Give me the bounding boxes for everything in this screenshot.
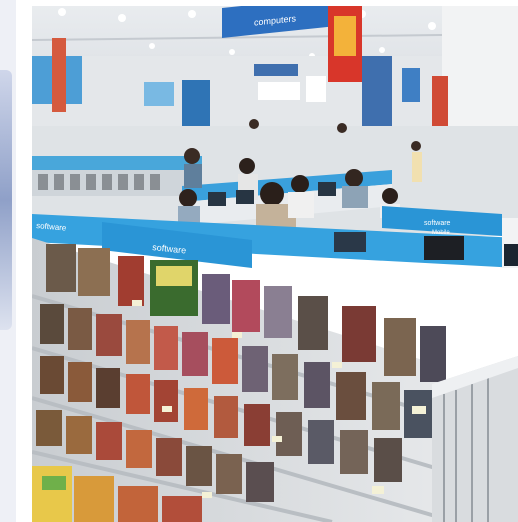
white-gap — [16, 0, 32, 522]
right-screen — [504, 244, 518, 266]
store-photo: computers software software software Mob… — [32, 6, 518, 522]
left-neighbor-blue-shape — [0, 70, 12, 330]
wall-panel — [144, 82, 174, 106]
counter-screen-dark — [424, 236, 464, 260]
store-photo-canvas: computers software software software Mob… — [32, 6, 518, 522]
small-ceiling-sign — [254, 64, 298, 76]
right-counter-sign: Mobile — [432, 230, 450, 236]
aisle-sign-label-3: software — [424, 220, 451, 227]
hanging-banner-graphic — [334, 16, 356, 56]
wall-light-box — [258, 82, 300, 100]
counter-screen — [334, 232, 366, 252]
left-neighbor-image-strip — [0, 0, 16, 522]
distant-shelf-header — [32, 156, 202, 170]
wall-light-box-2 — [306, 76, 326, 102]
wall-panel-right — [402, 68, 420, 102]
hanging-banner-red-left — [52, 38, 66, 112]
